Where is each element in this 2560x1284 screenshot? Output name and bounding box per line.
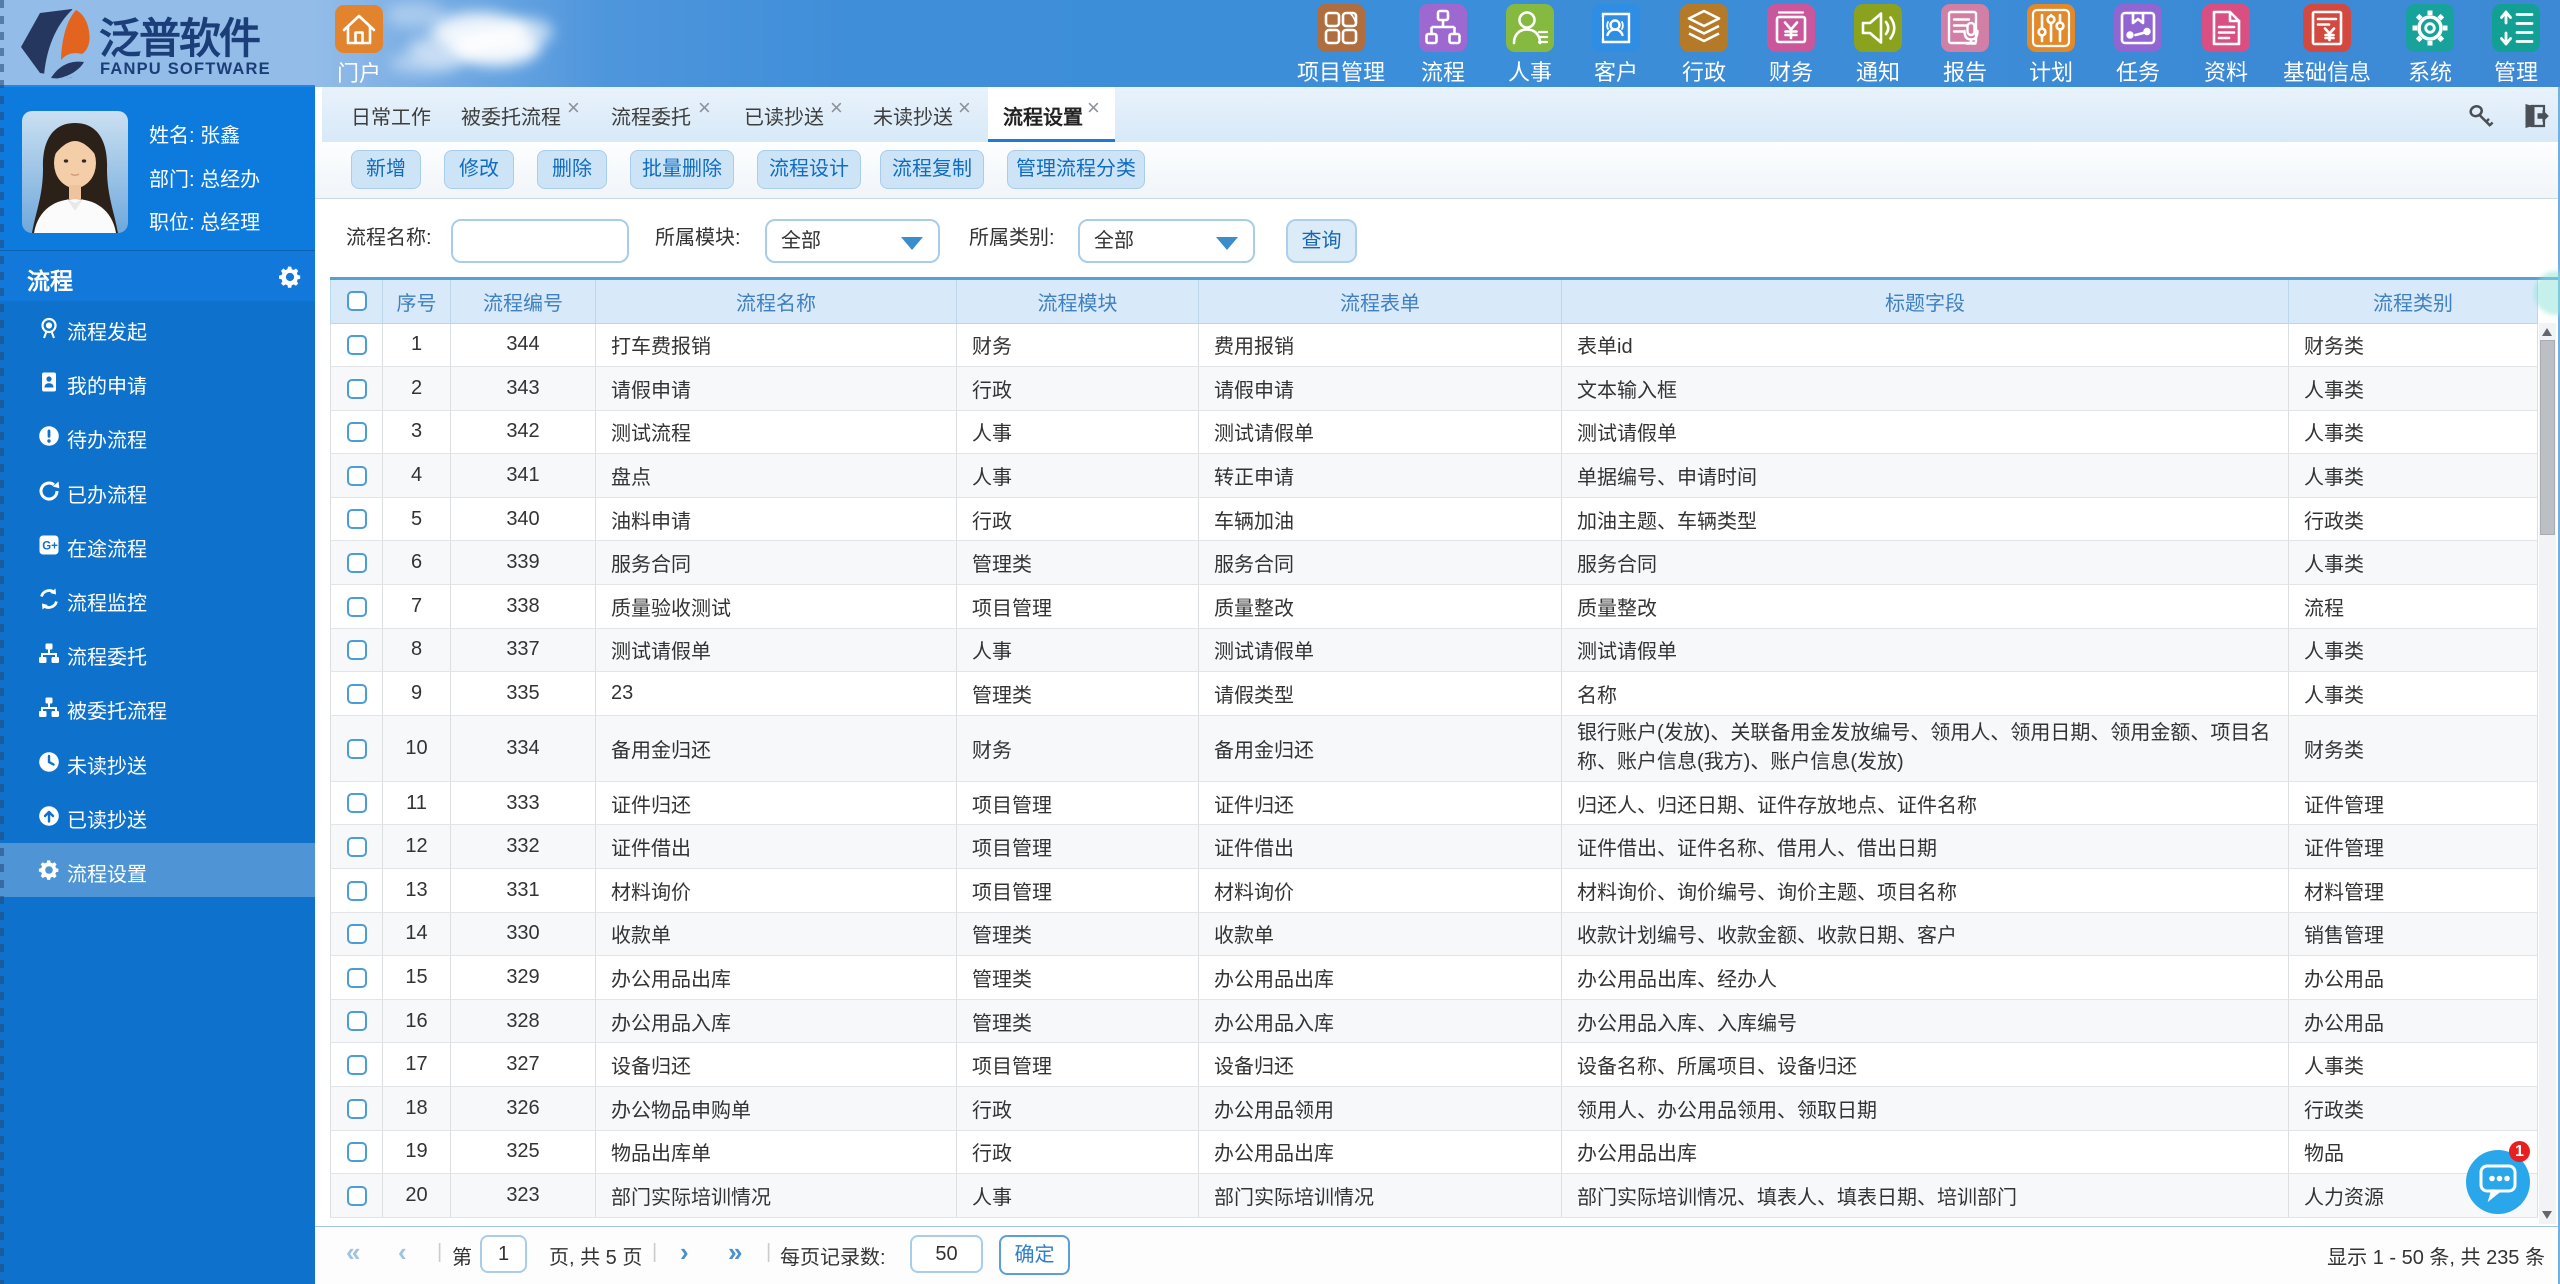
svg-text:G+: G+ (42, 540, 58, 552)
